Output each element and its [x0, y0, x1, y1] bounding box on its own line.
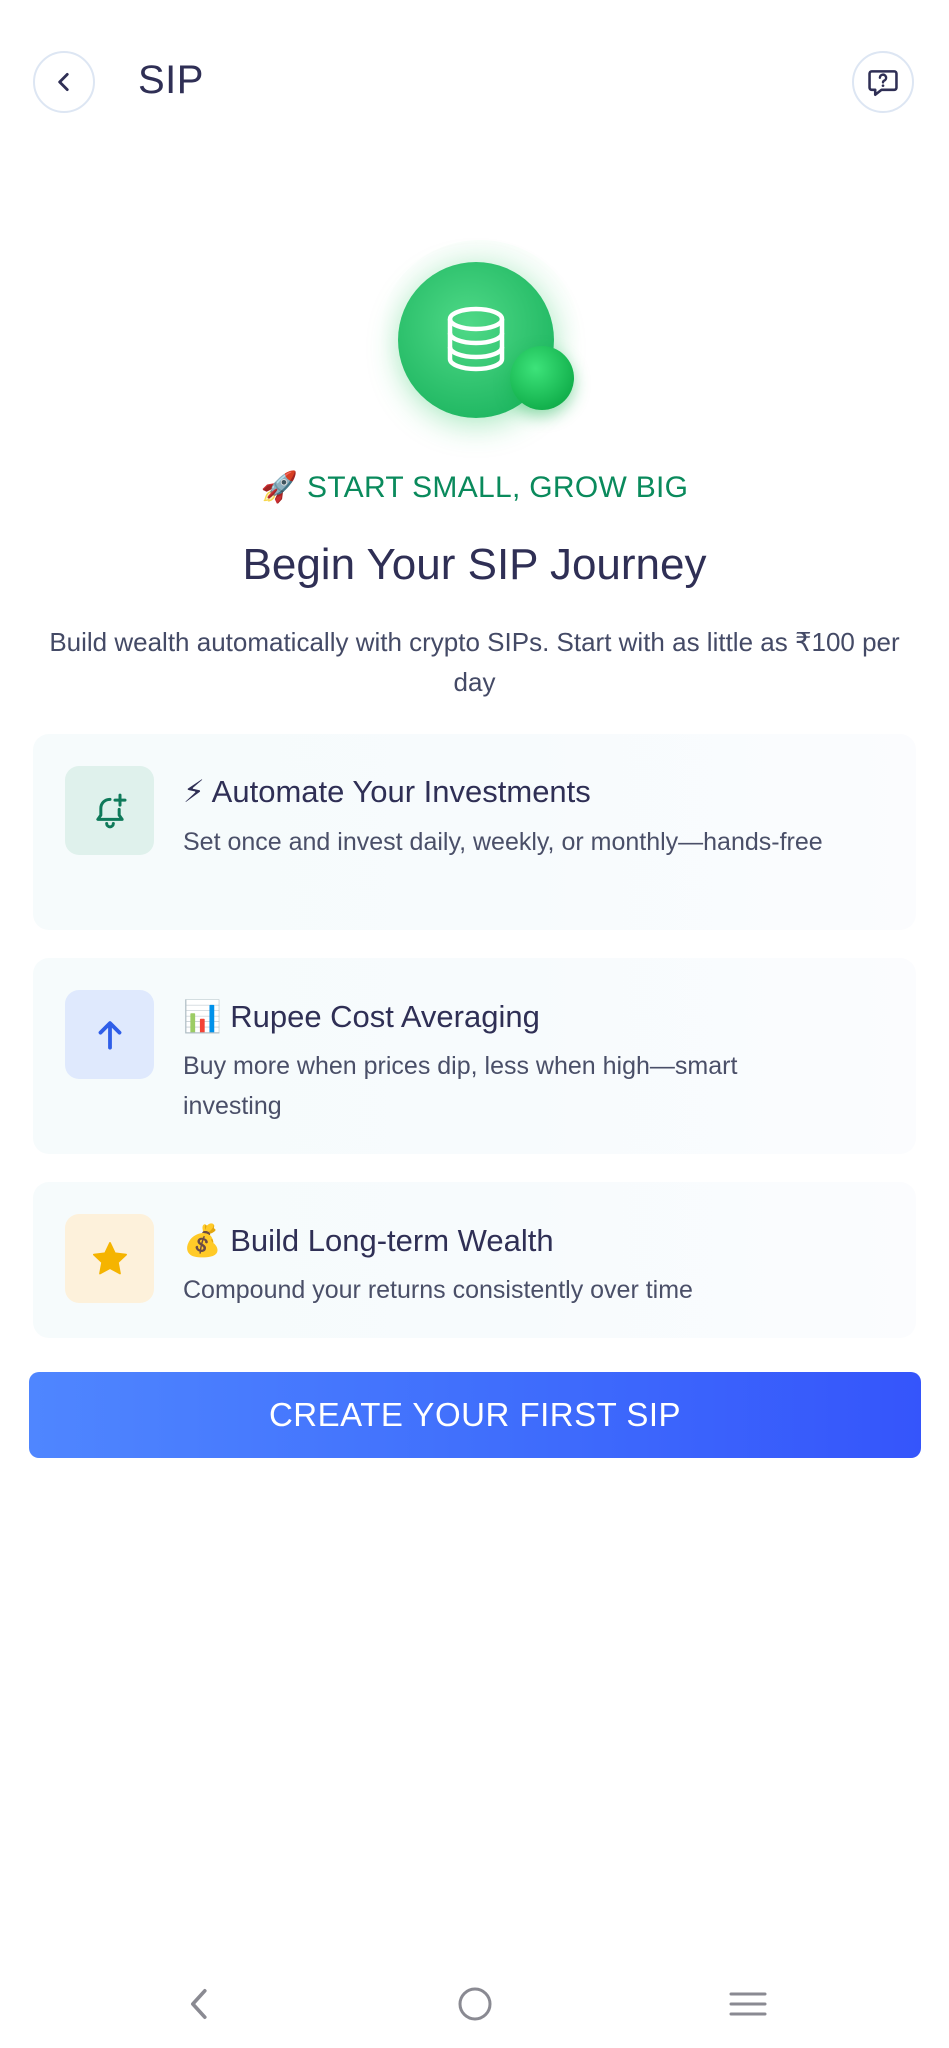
arrow-up-icon: [98, 1020, 121, 1050]
tagline: 🚀 START SMALL, GROW BIG: [260, 471, 689, 504]
feature-icon-container: [65, 766, 154, 855]
hero-illustration: [380, 240, 580, 430]
back-button[interactable]: [33, 51, 95, 113]
feature-title: ⚡ Automate Your Investments: [183, 774, 591, 809]
nav-home-button[interactable]: [445, 1974, 505, 2034]
app-header: SIP: [0, 0, 949, 170]
page-title: SIP: [138, 58, 204, 102]
feature-card-averaging: 📊 Rupee Cost Averaging Buy more when pri…: [33, 958, 916, 1154]
nav-back-icon: [190, 1989, 207, 2019]
nav-menu-button[interactable]: [718, 1974, 778, 2034]
feature-title: 📊 Rupee Cost Averaging: [183, 999, 540, 1034]
main-heading: Begin Your SIP Journey: [242, 540, 707, 589]
system-navigation-bar: [0, 1960, 949, 2048]
feature-description: Buy more when prices dip, less when high…: [183, 1052, 738, 1120]
star-icon: [92, 1241, 127, 1274]
nav-back-button[interactable]: [170, 1974, 230, 2034]
help-chat-icon: [868, 70, 898, 97]
feature-card-wealth: 💰 Build Long-term Wealth Compound your r…: [33, 1182, 916, 1338]
hero-accent-disc: [510, 346, 574, 410]
create-first-sip-button[interactable]: CREATE YOUR FIRST SIP: [29, 1372, 921, 1458]
bell-plus-icon: [95, 793, 126, 828]
feature-card-automate: ⚡ Automate Your Investments Set once and…: [33, 734, 916, 930]
nav-home-icon: [458, 1987, 492, 2021]
feature-icon-container: [65, 990, 154, 1079]
feature-description: Compound your returns consistently over …: [183, 1276, 693, 1304]
hero-subtitle: Build wealth automatically with crypto S…: [49, 627, 900, 697]
help-button[interactable]: [852, 51, 914, 113]
coins-stack-icon: [447, 306, 505, 372]
feature-icon-container: [65, 1214, 154, 1303]
chevron-left-icon: [58, 73, 69, 91]
feature-description: Set once and invest daily, weekly, or mo…: [183, 828, 823, 856]
feature-title: 💰 Build Long-term Wealth: [183, 1223, 554, 1258]
nav-menu-icon: [729, 1992, 767, 2016]
